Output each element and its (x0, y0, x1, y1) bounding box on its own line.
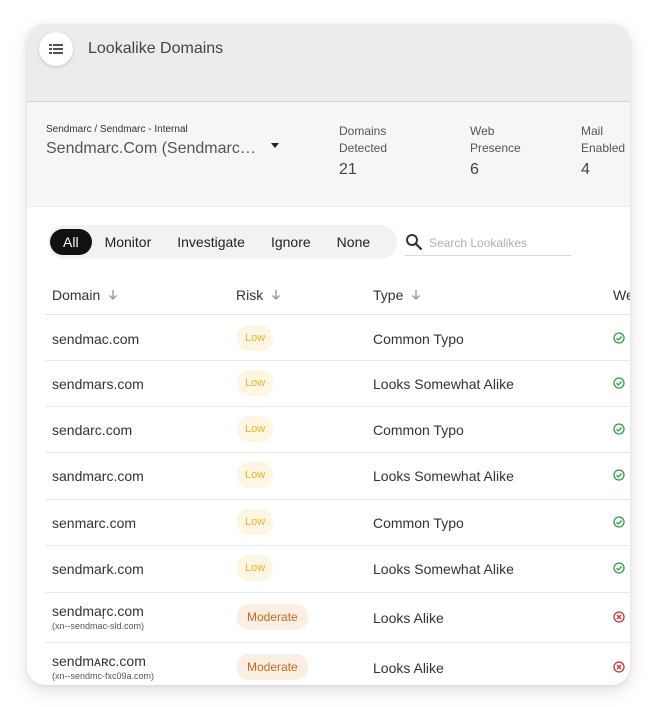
page-header: Lookalike Domains (27, 24, 630, 102)
sort-down-icon (272, 290, 281, 300)
table-row[interactable]: sendmᴀʀc.com (xn--sendmc-fxc09a.com) Mod… (45, 643, 630, 685)
domain-text: sendmᴀʀc.com (52, 653, 146, 669)
stat-label: Enabled (581, 141, 626, 155)
stat-domains-detected: Domains Detected 21 (339, 123, 387, 178)
domain-cell: senmarc.com (52, 515, 137, 531)
stat-value: 6 (470, 161, 479, 178)
check-circle-icon (613, 516, 625, 528)
stat-label: Detected (339, 141, 388, 155)
risk-badge: Moderate (237, 604, 308, 630)
type-cell: Looks Alike (373, 660, 444, 676)
check-circle-icon (613, 423, 625, 435)
table-row[interactable]: sendmac.com Low Common Typo (45, 315, 630, 361)
list-icon (49, 44, 63, 54)
punycode-text: (xn--sendmac-sld.com) (52, 621, 145, 631)
type-cell: Looks Somewhat Alike (373, 468, 514, 484)
filter-ignore[interactable]: Ignore (258, 229, 324, 255)
type-cell: Common Typo (373, 331, 464, 347)
type-cell: Common Typo (373, 422, 464, 438)
filter-tabs: All Monitor Investigate Ignore None (48, 225, 398, 259)
punycode-text: (xn--sendmc-fxc09a.com) (52, 671, 155, 681)
domain-info-bar: Sendmarc / Sendmarc - Internal Sendmarc.… (27, 102, 630, 207)
sort-down-icon (412, 290, 421, 300)
table-row[interactable]: sendmark.com Low Looks Somewhat Alike (45, 546, 630, 593)
risk-badge: Low (237, 462, 274, 488)
domain-text: sendmaŗc.com (52, 603, 144, 619)
lookalike-table: Domain Risk Type We sendmac.com Low Comm… (45, 271, 630, 685)
page-title: Lookalike Domains (88, 40, 224, 57)
column-label: Domain (52, 287, 101, 303)
stat-label: Mail (581, 124, 604, 138)
table-row[interactable]: sandmarc.com Low Looks Somewhat Alike (45, 453, 630, 500)
check-circle-icon (613, 332, 625, 344)
domain-cell: sendmaŗc.com (xn--sendmac-sld.com) (52, 603, 144, 631)
table-row[interactable]: sendmaŗc.com (xn--sendmac-sld.com) Moder… (45, 593, 630, 643)
domain-cell: sendmᴀʀc.com (xn--sendmc-fxc09a.com) (52, 653, 154, 681)
filter-investigate[interactable]: Investigate (164, 229, 258, 255)
search-input[interactable] (427, 233, 571, 253)
org-breadcrumb: Sendmarc / Sendmarc - Internal (46, 124, 188, 135)
stat-label: Web (470, 124, 495, 138)
column-label: Type (373, 287, 404, 303)
domain-selector[interactable]: Sendmarc.Com (Sendmarc.C... (46, 140, 256, 158)
filter-monitor[interactable]: Monitor (92, 229, 165, 255)
stat-mail-enabled: Mail Enabled 4 (581, 123, 625, 178)
risk-badge: Low (237, 555, 274, 581)
domain-cell: sandmarc.com (52, 468, 144, 484)
search-box (405, 231, 571, 256)
column-risk[interactable]: Risk (236, 287, 281, 303)
stat-label: Presence (470, 141, 521, 155)
type-cell: Looks Alike (373, 610, 444, 626)
caret-down-icon[interactable] (270, 140, 280, 150)
column-label: We (613, 287, 630, 303)
error-circle-icon (613, 611, 625, 623)
table-header: Domain Risk Type We (45, 271, 630, 315)
stat-value: 21 (339, 161, 357, 178)
type-cell: Looks Somewhat Alike (373, 561, 514, 577)
stat-web-presence: Web Presence 6 (470, 123, 521, 178)
sort-down-icon (109, 290, 118, 300)
menu-button[interactable] (39, 32, 73, 66)
column-label: Risk (236, 287, 264, 303)
risk-badge: Low (237, 416, 274, 442)
column-web[interactable]: We (613, 287, 630, 303)
check-circle-icon (613, 377, 625, 389)
risk-badge: Low (237, 370, 274, 396)
table-row[interactable]: senmarc.com Low Common Typo (45, 500, 630, 546)
column-domain[interactable]: Domain (52, 287, 118, 303)
error-circle-icon (613, 661, 625, 673)
domain-cell: sendmars.com (52, 376, 144, 392)
type-cell: Looks Somewhat Alike (373, 376, 514, 392)
search-icon (406, 234, 423, 251)
domain-cell: sendmac.com (52, 331, 140, 347)
column-type[interactable]: Type (373, 287, 421, 303)
domain-cell: sendmark.com (52, 561, 144, 577)
type-cell: Common Typo (373, 515, 464, 531)
stat-value: 4 (581, 161, 590, 178)
risk-badge: Moderate (237, 654, 308, 680)
risk-badge: Low (237, 509, 274, 535)
filter-none[interactable]: None (324, 229, 383, 255)
table-row[interactable]: sendarc.com Low Common Typo (45, 407, 630, 453)
lookalike-domains-card: Lookalike Domains Sendmarc / Sendmarc - … (27, 24, 630, 685)
check-circle-icon (613, 469, 625, 481)
check-circle-icon (613, 562, 625, 574)
risk-badge: Low (237, 325, 274, 351)
filter-all[interactable]: All (50, 229, 92, 255)
table-row[interactable]: sendmars.com Low Looks Somewhat Alike (45, 361, 630, 407)
domain-cell: sendarc.com (52, 422, 133, 438)
stat-label: Domains (339, 124, 387, 138)
